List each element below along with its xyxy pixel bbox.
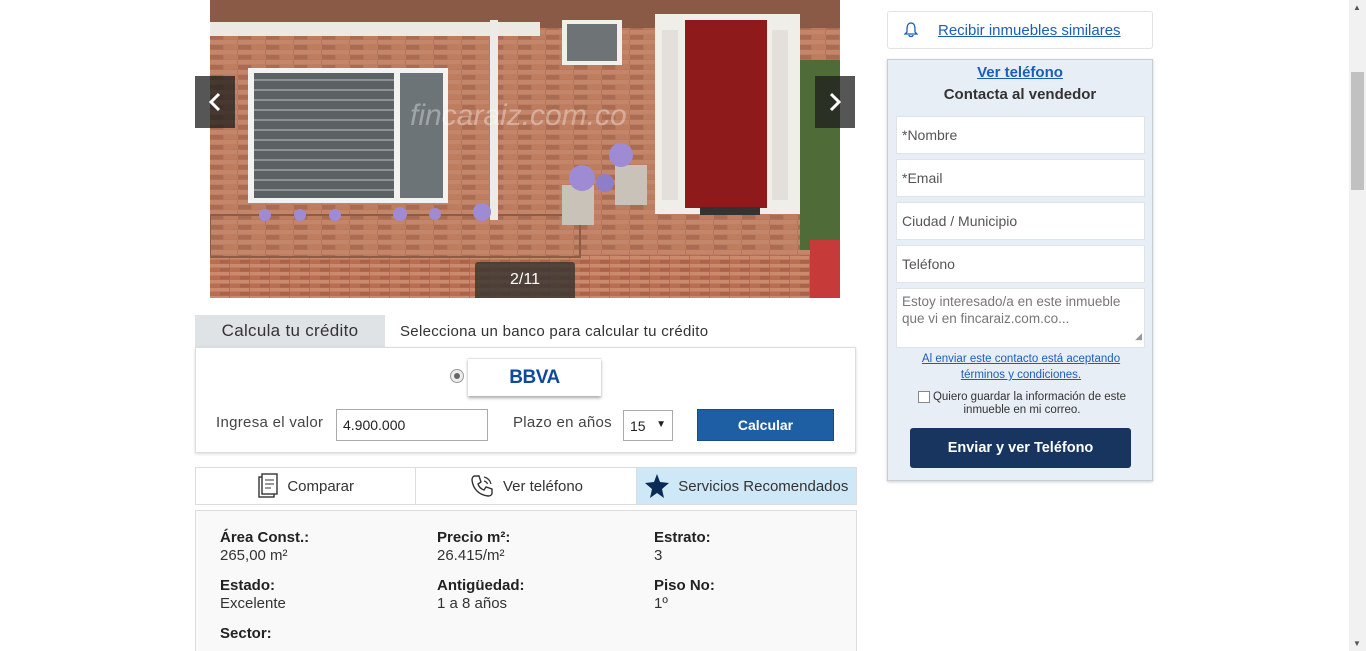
- term-select[interactable]: 15 ▼: [623, 410, 673, 441]
- view-phone-button[interactable]: Ver teléfono: [416, 468, 637, 504]
- credit-calculator: BBVA Ingresa el valor Plazo en años 15 ▼…: [195, 347, 856, 453]
- previous-photo-button[interactable]: [195, 76, 235, 128]
- contact-title: Contacta al vendedor: [943, 86, 1097, 103]
- property-actions: Comparar Ver teléfono Servicios Recomend…: [195, 467, 857, 505]
- photo-counter: 2/11: [475, 262, 575, 298]
- detail-estado: Estado: Excelente: [220, 577, 286, 613]
- bank-radio[interactable]: [450, 369, 464, 383]
- phone-icon: [471, 475, 493, 497]
- detail-area: Área Const.: 265,00 m²: [220, 529, 309, 565]
- term-label: Plazo en años: [513, 414, 612, 431]
- credit-tab[interactable]: Calcula tu crédito: [195, 315, 385, 347]
- detail-area-value: 265,00 m²: [220, 547, 288, 564]
- similar-properties-box: Recibir inmuebles similares: [887, 11, 1153, 49]
- detail-antiguedad: Antigüedad: 1 a 8 años: [437, 577, 525, 613]
- detail-estrato-label: Estrato:: [654, 529, 711, 546]
- compare-button[interactable]: Comparar: [196, 468, 417, 504]
- recommended-services-label: Servicios Recomendados: [678, 477, 849, 495]
- phone-field[interactable]: Teléfono: [896, 245, 1145, 283]
- message-text: Estoy interesado/a en este inmueble que …: [902, 294, 1121, 326]
- compare-document-icon: [258, 473, 279, 498]
- star-icon: [645, 474, 670, 498]
- chevron-left-icon: [208, 92, 221, 112]
- scroll-down-icon[interactable]: ▼: [1353, 639, 1361, 648]
- property-photo[interactable]: fincaraiz.com.co: [210, 0, 840, 298]
- property-details: Área Const.: 265,00 m² Precio m²: 26.415…: [195, 510, 857, 651]
- save-info-checkbox[interactable]: [917, 391, 930, 403]
- send-and-view-phone-button[interactable]: Enviar y ver Teléfono: [910, 428, 1131, 468]
- detail-estrato: Estrato: 3: [654, 529, 711, 565]
- house-photo-image: fincaraiz.com.co: [210, 0, 840, 298]
- term-select-value: 15: [630, 417, 646, 434]
- similar-properties-link[interactable]: Recibir inmuebles similares: [938, 22, 1121, 39]
- detail-antiguedad-value: 1 a 8 años: [437, 595, 508, 612]
- calculate-button[interactable]: Calcular: [697, 409, 834, 441]
- detail-piso-value: 1º: [654, 595, 668, 612]
- terms-link[interactable]: Al enviar este contacto está aceptando t…: [908, 351, 1134, 383]
- contact-form: Ver teléfono Contacta al vendedor *Nombr…: [887, 59, 1153, 481]
- value-input[interactable]: [336, 409, 488, 441]
- chevron-right-icon: [829, 92, 842, 112]
- photo-watermark: fincaraiz.com.co: [410, 99, 627, 132]
- email-field[interactable]: *Email: [896, 159, 1145, 197]
- detail-area-label: Área Const.:: [220, 529, 310, 546]
- value-label: Ingresa el valor: [216, 414, 324, 431]
- message-field[interactable]: Estoy interesado/a en este inmueble que …: [896, 288, 1145, 348]
- detail-price-m2-value: 26.415/m²: [437, 547, 505, 564]
- name-field[interactable]: *Nombre: [896, 116, 1145, 154]
- city-field[interactable]: Ciudad / Municipio: [896, 202, 1145, 240]
- resize-grip-icon[interactable]: ◢: [1135, 328, 1142, 345]
- compare-label: Comparar: [287, 477, 354, 495]
- scrollbar-thumb[interactable]: [1351, 72, 1364, 190]
- detail-piso: Piso No: 1º: [654, 577, 715, 613]
- detail-estado-label: Estado:: [220, 577, 276, 594]
- detail-antiguedad-label: Antigüedad:: [437, 577, 525, 594]
- page: fincaraiz.com.co 2/11 Calcula tu crédito…: [0, 0, 1366, 651]
- scroll-up-icon[interactable]: ▲: [1353, 3, 1361, 12]
- detail-estrato-value: 3: [654, 547, 663, 564]
- credit-subtitle: Selecciona un banco para calcular tu cré…: [400, 322, 709, 340]
- detail-price-m2: Precio m²: 26.415/m²: [437, 529, 510, 565]
- detail-sector-label: Sector:: [220, 625, 272, 642]
- detail-price-m2-label: Precio m²:: [437, 529, 511, 546]
- detail-piso-label: Piso No:: [654, 577, 715, 594]
- caret-down-icon: ▼: [656, 419, 666, 430]
- bank-logo-bbva[interactable]: BBVA: [468, 358, 601, 396]
- save-info-label: Quiero guardar la información de este in…: [932, 391, 1127, 416]
- save-info-option: Quiero guardar la información de este in…: [912, 391, 1132, 417]
- next-photo-button[interactable]: [815, 76, 855, 128]
- bell-icon: [904, 22, 918, 38]
- recommended-services-button[interactable]: Servicios Recomendados: [636, 468, 856, 504]
- view-phone-label: Ver teléfono: [502, 477, 584, 495]
- page-scrollbar[interactable]: ▲ ▼: [1349, 0, 1366, 651]
- detail-sector: Sector:: [220, 625, 272, 643]
- credit-header: Calcula tu crédito Selecciona un banco p…: [195, 315, 855, 347]
- view-phone-link[interactable]: Ver teléfono: [888, 64, 1152, 81]
- detail-estado-value: Excelente: [220, 595, 286, 612]
